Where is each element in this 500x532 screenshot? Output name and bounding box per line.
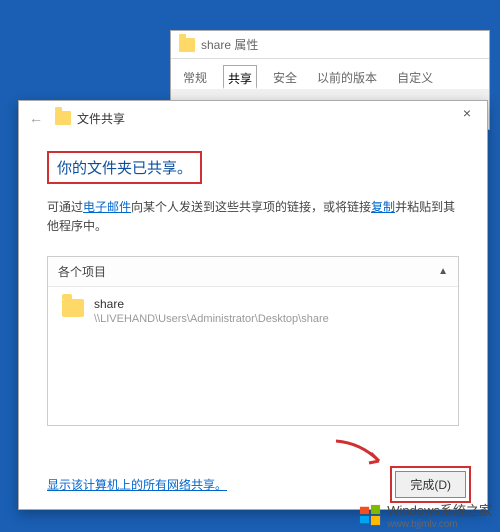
folder-icon <box>62 299 84 317</box>
share-content: 你的文件夹已共享。 可通过电子邮件向某个人发送到这些共享项的链接，或将链接复制并… <box>19 135 487 509</box>
list-item[interactable]: share \\LIVEHAND\Users\Administrator\Des… <box>48 287 458 335</box>
item-path: \\LIVEHAND\Users\Administrator\Desktop\s… <box>94 313 329 325</box>
heading-highlight: 你的文件夹已共享。 <box>47 151 202 184</box>
properties-title: share 属性 <box>201 36 258 53</box>
email-link[interactable]: 电子邮件 <box>83 200 131 214</box>
desc-text-prefix: 可通过 <box>47 200 83 214</box>
watermark: Windows系统之家 www.bjjmlv.com <box>359 500 492 530</box>
windows-logo-icon <box>359 504 381 526</box>
share-titlebar: ← 文件共享 × <box>19 101 487 135</box>
shared-heading: 你的文件夹已共享。 <box>57 160 192 177</box>
done-button-highlight: 完成(D) <box>390 466 471 503</box>
back-arrow-icon[interactable]: ← <box>29 110 43 126</box>
share-description: 可通过电子邮件向某个人发送到这些共享项的链接，或将链接复制并粘贴到其他程序中。 <box>47 198 459 236</box>
tab-general[interactable]: 常规 <box>179 65 211 89</box>
copy-link[interactable]: 复制 <box>371 200 395 214</box>
watermark-text: Windows系统之家 www.bjjmlv.com <box>387 500 492 530</box>
desc-text-middle: 向某个人发送到这些共享项的链接，或将链接 <box>131 200 371 214</box>
chevron-up-icon[interactable]: ▲ <box>438 266 448 277</box>
items-header[interactable]: 各个项目 ▲ <box>48 257 458 287</box>
tab-sharing[interactable]: 共享 <box>223 65 257 89</box>
tab-customize[interactable]: 自定义 <box>393 65 437 89</box>
show-all-shares-link[interactable]: 显示该计算机上的所有网络共享。 <box>47 476 227 493</box>
properties-tabs: 常规 共享 安全 以前的版本 自定义 <box>171 59 489 89</box>
annotation-arrow-icon <box>331 433 391 473</box>
tab-previous-versions[interactable]: 以前的版本 <box>313 65 381 89</box>
item-name: share <box>94 297 329 311</box>
done-button[interactable]: 完成(D) <box>395 471 466 498</box>
folder-icon <box>179 38 195 52</box>
items-header-label: 各个项目 <box>58 263 106 280</box>
watermark-url: www.bjjmlv.com <box>387 519 492 530</box>
share-dialog-title: 文件共享 <box>77 110 125 127</box>
shared-items-list: 各个项目 ▲ share \\LIVEHAND\Users\Administra… <box>47 256 459 426</box>
watermark-title: Windows系统之家 <box>387 500 492 519</box>
tab-security[interactable]: 安全 <box>269 65 301 89</box>
properties-titlebar: share 属性 <box>171 31 489 59</box>
close-icon[interactable]: × <box>455 101 479 125</box>
file-sharing-dialog: ← 文件共享 × 你的文件夹已共享。 可通过电子邮件向某个人发送到这些共享项的链… <box>18 100 488 510</box>
folder-icon <box>55 111 71 125</box>
item-text: share \\LIVEHAND\Users\Administrator\Des… <box>94 297 329 325</box>
